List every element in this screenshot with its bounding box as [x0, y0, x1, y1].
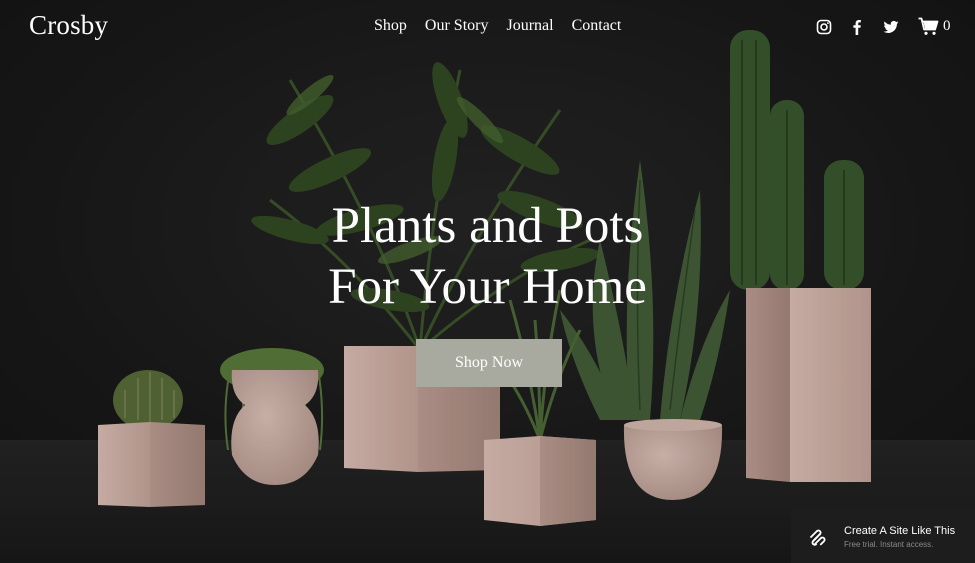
nav-item-our-story[interactable]: Our Story — [425, 17, 489, 35]
instagram-icon[interactable] — [816, 19, 832, 35]
promo-title: Create A Site Like This — [844, 525, 956, 537]
promo-subtitle: Free trial. Instant access. — [844, 540, 934, 549]
cart-count: 0 — [943, 18, 951, 34]
hero-headline-line-2: For Your Home — [328, 259, 647, 315]
hero-headline: Plants and Pots For Your Home — [0, 196, 975, 318]
nav-item-contact[interactable]: Contact — [572, 17, 622, 35]
cart-icon — [918, 17, 939, 35]
cart-button[interactable]: 0 — [918, 17, 951, 36]
twitter-icon[interactable] — [883, 19, 899, 35]
create-site-promo[interactable]: Create A Site Like This Free trial. Inst… — [791, 509, 975, 563]
nav-item-shop[interactable]: Shop — [374, 17, 407, 35]
shop-now-button[interactable]: Shop Now — [416, 339, 562, 387]
site-logo[interactable]: Crosby — [29, 10, 108, 41]
nav-item-journal[interactable]: Journal — [506, 17, 553, 35]
top-navigation: Crosby Shop Our Story Journal Contact 0 — [0, 0, 975, 56]
main-nav: Shop Our Story Journal Contact — [374, 17, 621, 35]
hero-headline-line-1: Plants and Pots — [331, 198, 644, 254]
squarespace-logo-icon — [810, 529, 826, 546]
facebook-icon[interactable] — [849, 19, 865, 35]
